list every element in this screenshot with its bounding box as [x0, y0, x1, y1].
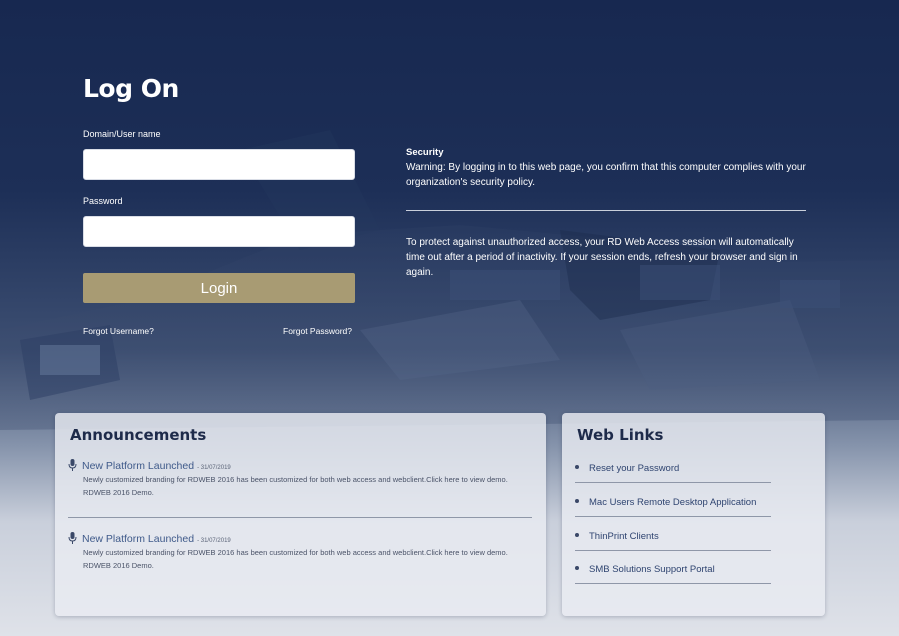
microphone-icon	[68, 532, 77, 544]
weblink-label: ThinPrint Clients	[589, 531, 659, 542]
announcement-body: Newly customized branding for RDWEB 2016…	[83, 475, 508, 497]
web-links-panel: Web Links Reset your Password Mac Users …	[562, 413, 825, 616]
forgot-username-link[interactable]: Forgot Username?	[83, 326, 154, 336]
login-button[interactable]: Login	[83, 273, 355, 303]
announcement-body: Newly customized branding for RDWEB 2016…	[83, 548, 508, 570]
announcement-date: - 31/07/2019	[197, 465, 231, 471]
weblink-label: Reset your Password	[589, 463, 680, 474]
weblink-mac-remote-desktop[interactable]: Mac Users Remote Desktop Application	[575, 497, 771, 517]
weblink-reset-password[interactable]: Reset your Password	[575, 463, 771, 483]
bullet-icon	[575, 499, 579, 503]
username-input[interactable]	[83, 149, 355, 180]
web-links-heading: Web Links	[577, 426, 664, 444]
page-title: Log On	[83, 74, 179, 103]
password-input[interactable]	[83, 216, 355, 247]
announcements-heading: Announcements	[70, 426, 207, 444]
security-heading: Security	[406, 147, 444, 158]
announcements-panel: Announcements New Platform Launched - 31/…	[55, 413, 546, 616]
announcement-date: - 31/07/2019	[197, 538, 231, 544]
timeout-notice: To protect against unauthorized access, …	[406, 237, 798, 278]
weblink-label: Mac Users Remote Desktop Application	[589, 497, 757, 508]
security-divider	[406, 210, 806, 211]
weblink-smb-support-portal[interactable]: SMB Solutions Support Portal	[575, 564, 771, 584]
announcement-divider	[68, 517, 532, 518]
announcement-title[interactable]: New Platform Launched	[82, 460, 194, 472]
announcement-title[interactable]: New Platform Launched	[82, 533, 194, 545]
microphone-icon	[68, 459, 77, 471]
security-warning: Warning: By logging in to this web page,…	[406, 162, 806, 188]
weblink-label: SMB Solutions Support Portal	[589, 564, 715, 575]
forgot-password-link[interactable]: Forgot Password?	[283, 326, 352, 336]
username-label: Domain/User name	[83, 129, 161, 139]
bullet-icon	[575, 566, 579, 570]
security-notice: Security Warning: By logging in to this …	[406, 145, 806, 190]
password-label: Password	[83, 196, 123, 206]
weblink-thinprint-clients[interactable]: ThinPrint Clients	[575, 531, 771, 551]
bullet-icon	[575, 465, 579, 469]
bullet-icon	[575, 533, 579, 537]
